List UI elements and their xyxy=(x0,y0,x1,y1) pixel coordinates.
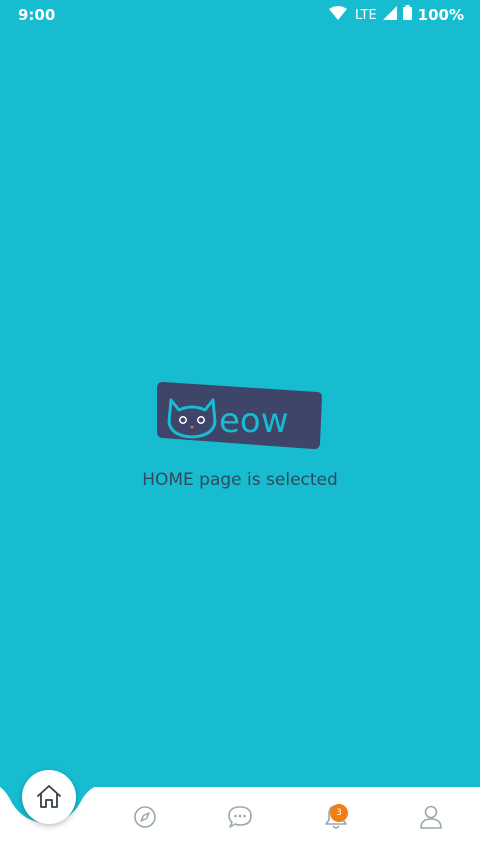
logo-text: eow xyxy=(219,401,289,441)
nav-messages[interactable] xyxy=(218,797,262,837)
chat-bubble-icon xyxy=(228,806,252,828)
wifi-icon xyxy=(329,5,348,25)
status-bar: 9:00 LTE 100% xyxy=(0,0,480,30)
battery-icon xyxy=(402,5,412,25)
user-icon xyxy=(420,805,442,829)
home-content: eow HOME page is selected xyxy=(0,380,480,490)
selected-page-text: HOME page is selected xyxy=(142,470,338,490)
meow-logo: eow xyxy=(157,382,322,450)
signal-icon xyxy=(382,5,397,25)
status-time: 9:00 xyxy=(18,6,56,24)
status-icons: LTE 100% xyxy=(329,5,464,25)
network-label: LTE xyxy=(355,7,377,23)
nav-home-button[interactable] xyxy=(22,770,76,824)
nav-profile[interactable] xyxy=(409,797,453,837)
home-icon xyxy=(37,785,61,808)
battery-percent: 100% xyxy=(417,6,464,24)
nav-explore[interactable] xyxy=(123,797,167,837)
compass-icon xyxy=(134,806,156,828)
notification-badge: 3 xyxy=(330,804,348,822)
